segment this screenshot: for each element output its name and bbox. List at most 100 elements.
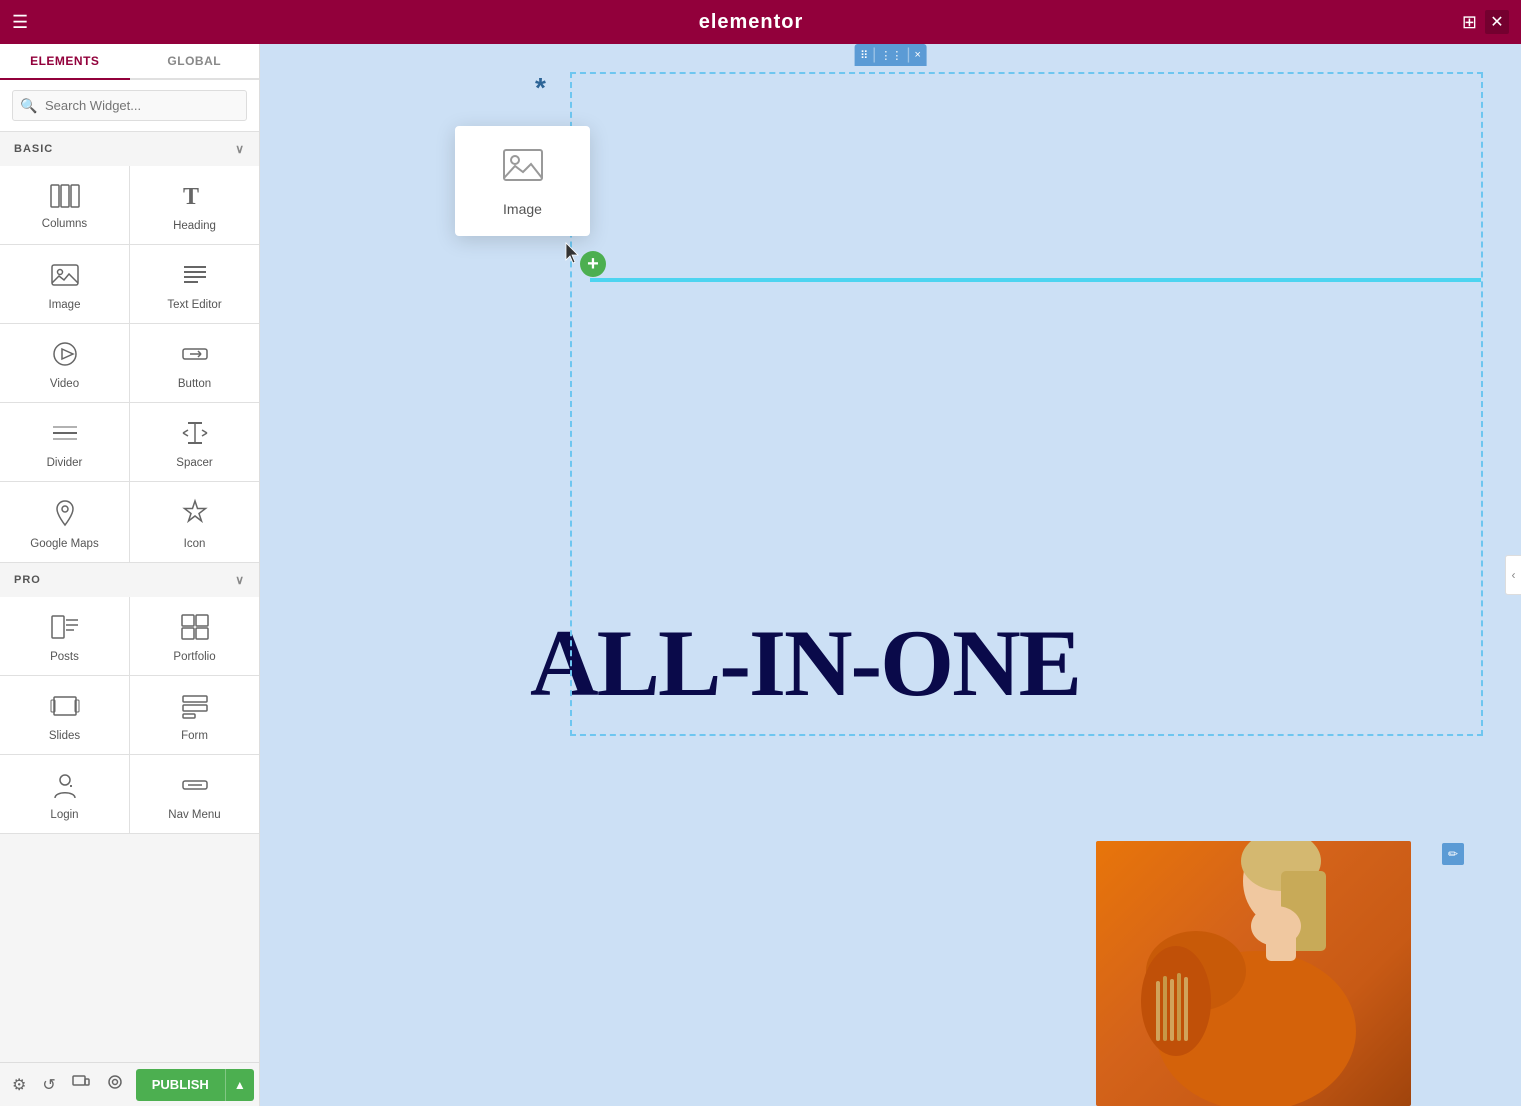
floating-image-icon (502, 146, 544, 193)
widget-icon[interactable]: Icon (130, 482, 259, 562)
columns-icon (50, 184, 80, 212)
section-settings-icon[interactable]: ⋮⋮ (880, 49, 902, 62)
widget-portfolio[interactable]: Portfolio (130, 597, 259, 675)
tab-elements[interactable]: ELEMENTS (0, 44, 130, 80)
section-move-icon[interactable]: ⠿ (860, 49, 868, 62)
form-icon (180, 692, 210, 724)
tab-global[interactable]: GLOBAL (130, 44, 260, 78)
grid-icon[interactable]: ⊞ (1462, 12, 1477, 33)
widget-form-label: Form (181, 730, 208, 742)
widget-heading-label: Heading (173, 220, 216, 232)
widget-portfolio-label: Portfolio (173, 651, 215, 663)
canvas-area: ⠿ | ⋮⋮ | × * Image + (260, 44, 1521, 1106)
widget-image-label: Image (49, 299, 81, 311)
widget-form[interactable]: Form (130, 676, 259, 754)
history-icon[interactable]: ↺ (38, 1071, 59, 1099)
widget-nav-menu[interactable]: Nav Menu (130, 755, 259, 833)
toolbar-separator-2: | (906, 46, 910, 64)
basic-widgets-grid: Columns T Heading (0, 166, 259, 563)
canvas-asterisk: * (535, 72, 546, 104)
widget-slides-label: Slides (49, 730, 80, 742)
section-pro-header[interactable]: PRO ∨ (0, 563, 259, 597)
widget-divider-label: Divider (47, 457, 83, 469)
image-edit-icon[interactable]: ✏ (1442, 843, 1464, 865)
widget-button[interactable]: Button (130, 324, 259, 402)
settings-icon[interactable]: ⚙ (8, 1071, 30, 1099)
widget-text-editor[interactable]: Text Editor (130, 245, 259, 323)
search-wrapper: 🔍 (12, 90, 247, 121)
pro-widgets-grid: Posts Portfolio (0, 597, 259, 834)
canvas-image-container: ✏ (1151, 841, 1466, 1106)
section-toolbar: ⠿ | ⋮⋮ | × (854, 44, 927, 66)
image-icon (50, 261, 80, 293)
widget-spacer[interactable]: Spacer (130, 403, 259, 481)
preview-icon[interactable] (102, 1069, 128, 1100)
close-icon[interactable]: ✕ (1485, 10, 1509, 34)
slides-icon (50, 692, 80, 724)
widget-google-maps[interactable]: Google Maps (0, 482, 129, 562)
button-icon (180, 340, 210, 372)
search-bar: 🔍 (0, 80, 259, 132)
drop-plus-button[interactable]: + (580, 251, 606, 277)
widget-nav-menu-label: Nav Menu (168, 809, 220, 821)
toolbar-separator: | (872, 46, 876, 64)
login-icon (50, 771, 80, 803)
widget-image[interactable]: Image (0, 245, 129, 323)
section-close-icon[interactable]: × (914, 49, 920, 61)
floating-image-label: Image (503, 201, 542, 217)
widget-posts[interactable]: Posts (0, 597, 129, 675)
canvas-image (1096, 841, 1411, 1106)
search-input[interactable] (12, 90, 247, 121)
responsive-icon[interactable] (68, 1069, 94, 1100)
text-editor-icon (180, 261, 210, 293)
sidebar-tabs: ELEMENTS GLOBAL (0, 44, 259, 80)
hamburger-icon[interactable]: ☰ (12, 12, 28, 33)
section-basic-header[interactable]: BASIC ∨ (0, 132, 259, 166)
video-icon (50, 340, 80, 372)
posts-icon (50, 613, 80, 645)
widget-video-label: Video (50, 378, 79, 390)
portfolio-icon (180, 613, 210, 645)
section-pro-label: PRO (14, 574, 41, 586)
widget-text-editor-label: Text Editor (167, 299, 221, 311)
divider-icon (50, 419, 80, 451)
widget-google-maps-label: Google Maps (30, 538, 98, 550)
publish-dropdown-arrow[interactable]: ▲ (226, 1069, 254, 1101)
big-text: ALL-IN-ONE (530, 616, 1521, 711)
widget-columns-label: Columns (42, 218, 87, 230)
drop-line (590, 278, 1481, 282)
nav-menu-icon (180, 771, 210, 803)
widget-divider[interactable]: Divider (0, 403, 129, 481)
section-outline (570, 72, 1483, 736)
icon-widget-icon (180, 498, 210, 532)
chevron-down-icon-pro: ∨ (235, 573, 245, 587)
chevron-down-icon: ∨ (235, 142, 245, 156)
bottom-bar: ⚙ ↺ PUBLISH ▲ (0, 1062, 260, 1106)
widget-login[interactable]: Login (0, 755, 129, 833)
section-basic-label: BASIC (14, 143, 53, 155)
collapse-sidebar-handle[interactable]: ‹ (1505, 555, 1521, 595)
floating-image-widget[interactable]: Image (455, 126, 590, 236)
top-bar: ☰ elementor ⊞ ✕ (0, 0, 1521, 44)
cursor (565, 242, 581, 264)
sidebar: ELEMENTS GLOBAL 🔍 BASIC ∨ (0, 44, 260, 1106)
widget-login-label: Login (50, 809, 78, 821)
svg-text:T: T (183, 184, 199, 210)
widget-spacer-label: Spacer (176, 457, 212, 469)
sidebar-scroll: BASIC ∨ Columns (0, 132, 259, 1062)
main-layout: ELEMENTS GLOBAL 🔍 BASIC ∨ (0, 44, 1521, 1106)
google-maps-icon (50, 498, 80, 532)
heading-icon: T (180, 182, 210, 214)
widget-video[interactable]: Video (0, 324, 129, 402)
widget-posts-label: Posts (50, 651, 79, 663)
widget-slides[interactable]: Slides (0, 676, 129, 754)
widget-heading[interactable]: T Heading (130, 166, 259, 244)
elementor-logo: elementor (40, 11, 1462, 34)
widget-icon-label: Icon (184, 538, 206, 550)
widget-columns[interactable]: Columns (0, 166, 129, 244)
widget-button-label: Button (178, 378, 211, 390)
publish-button[interactable]: PUBLISH ▲ (136, 1069, 254, 1101)
publish-label: PUBLISH (136, 1069, 226, 1101)
spacer-icon (180, 419, 210, 451)
search-icon: 🔍 (20, 97, 37, 114)
